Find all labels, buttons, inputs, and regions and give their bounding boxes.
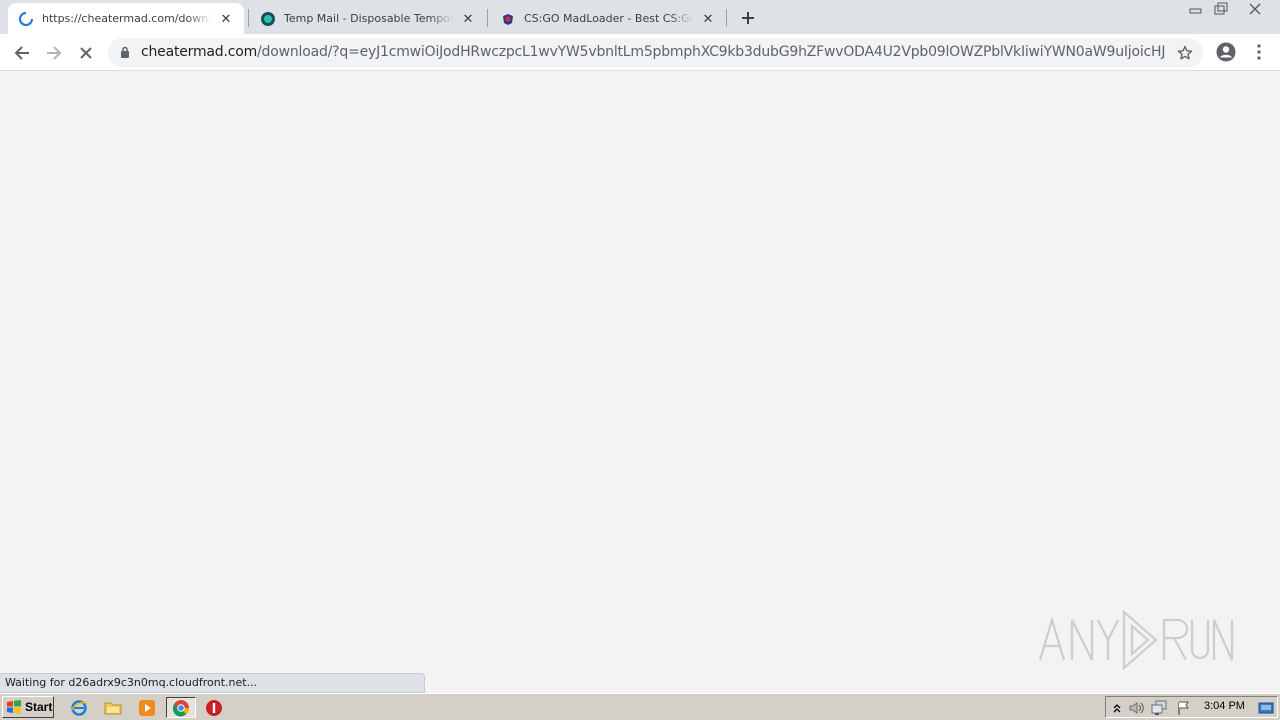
url-path: /download/?q=eyJ1cmwiOiJodHRwczpcL1wvYW5…: [257, 44, 1165, 60]
media-player-icon: [139, 699, 155, 716]
close-window-button[interactable]: [1240, 0, 1270, 18]
chrome-icon: [172, 699, 190, 716]
show-desktop-icon: [1258, 702, 1274, 714]
start-label: Start: [25, 700, 53, 714]
loading-spinner-icon: [18, 11, 34, 27]
tab-title: Temp Mail - Disposable Temporary Email: [284, 12, 454, 25]
kebab-menu-icon: [1257, 44, 1261, 60]
show-hidden-icons-button[interactable]: [1108, 699, 1126, 717]
red-shield-icon: [206, 699, 222, 716]
file-explorer-taskbar-button[interactable]: [101, 697, 125, 718]
tab-title: https://cheatermad.com/download/?q=eyJ1c…: [42, 12, 212, 25]
url-host: cheatermad.com: [141, 44, 258, 60]
close-tab-icon[interactable]: ✕: [460, 11, 476, 27]
arrow-right-icon: [47, 46, 62, 60]
browser-menu-button[interactable]: [1246, 39, 1272, 65]
tab-temp-mail[interactable]: Temp Mail - Disposable Temporary Email ✕: [250, 3, 486, 34]
forward-button[interactable]: [40, 39, 68, 67]
close-tab-icon[interactable]: ✕: [700, 11, 716, 27]
url-text[interactable]: cheatermad.com/download/?q=eyJ1cmwiOiJod…: [141, 44, 1165, 60]
internet-explorer-icon: [70, 699, 88, 716]
volume-icon[interactable]: [1128, 699, 1146, 717]
tab-divider: [487, 9, 488, 27]
start-button[interactable]: Start: [2, 696, 54, 718]
media-player-taskbar-button[interactable]: [135, 697, 159, 718]
close-icon: [1249, 3, 1261, 15]
security-app-taskbar-button[interactable]: [202, 697, 226, 718]
windows-taskbar: Start 3:04 PM: [0, 693, 1280, 720]
bookmark-star-icon[interactable]: [1175, 43, 1195, 63]
internet-explorer-taskbar-button[interactable]: [67, 697, 91, 718]
minimize-window-button[interactable]: [1183, 0, 1209, 18]
new-tab-button[interactable]: [736, 6, 760, 30]
action-center-flag-icon[interactable]: [1175, 699, 1193, 717]
restore-icon: [1214, 2, 1228, 15]
restore-window-button[interactable]: [1208, 0, 1234, 18]
anyrun-watermark-logo: [1038, 609, 1234, 671]
account-icon: [1216, 42, 1236, 62]
chrome-taskbar-button[interactable]: [166, 697, 196, 718]
stop-loading-button[interactable]: [72, 39, 100, 67]
madloader-favicon-icon: [500, 11, 516, 27]
system-tray: 3:04 PM: [1105, 696, 1278, 718]
tab-cheatermad[interactable]: https://cheatermad.com/download/?q=eyJ1c…: [8, 3, 244, 34]
tab-divider: [726, 9, 727, 27]
windows-flag-icon: [7, 700, 21, 714]
tab-madloader[interactable]: CS:GO MadLoader - Best CS:GO Cheat ✕: [490, 3, 726, 34]
arrow-left-icon: [14, 46, 29, 60]
show-desktop-button[interactable]: [1257, 699, 1275, 717]
back-button[interactable]: [8, 39, 36, 67]
status-bubble: Waiting for d26adrx9c3n0mq.cloudfront.ne…: [0, 673, 425, 693]
folder-icon: [104, 702, 122, 714]
tab-title: CS:GO MadLoader - Best CS:GO Cheat: [524, 12, 694, 25]
network-icon[interactable]: [1151, 699, 1169, 717]
tempmail-favicon-icon: [260, 11, 276, 27]
browser-toolbar: cheatermad.com/download/?q=eyJ1cmwiOiJod…: [0, 34, 1280, 71]
tab-strip: https://cheatermad.com/download/?q=eyJ1c…: [0, 0, 1280, 34]
lock-icon[interactable]: [120, 46, 130, 61]
profile-avatar-button[interactable]: [1213, 39, 1239, 65]
close-tab-icon[interactable]: ✕: [218, 11, 234, 27]
page-content: [0, 72, 1280, 693]
tab-divider: [248, 9, 249, 27]
address-bar[interactable]: cheatermad.com/download/?q=eyJ1cmwiOiJod…: [108, 38, 1203, 67]
plus-icon: [742, 12, 754, 24]
chevron-up-icon: [1113, 704, 1121, 713]
taskbar-clock[interactable]: 3:04 PM: [1204, 700, 1245, 712]
stop-icon: [80, 47, 92, 59]
minimize-icon: [1189, 8, 1202, 14]
